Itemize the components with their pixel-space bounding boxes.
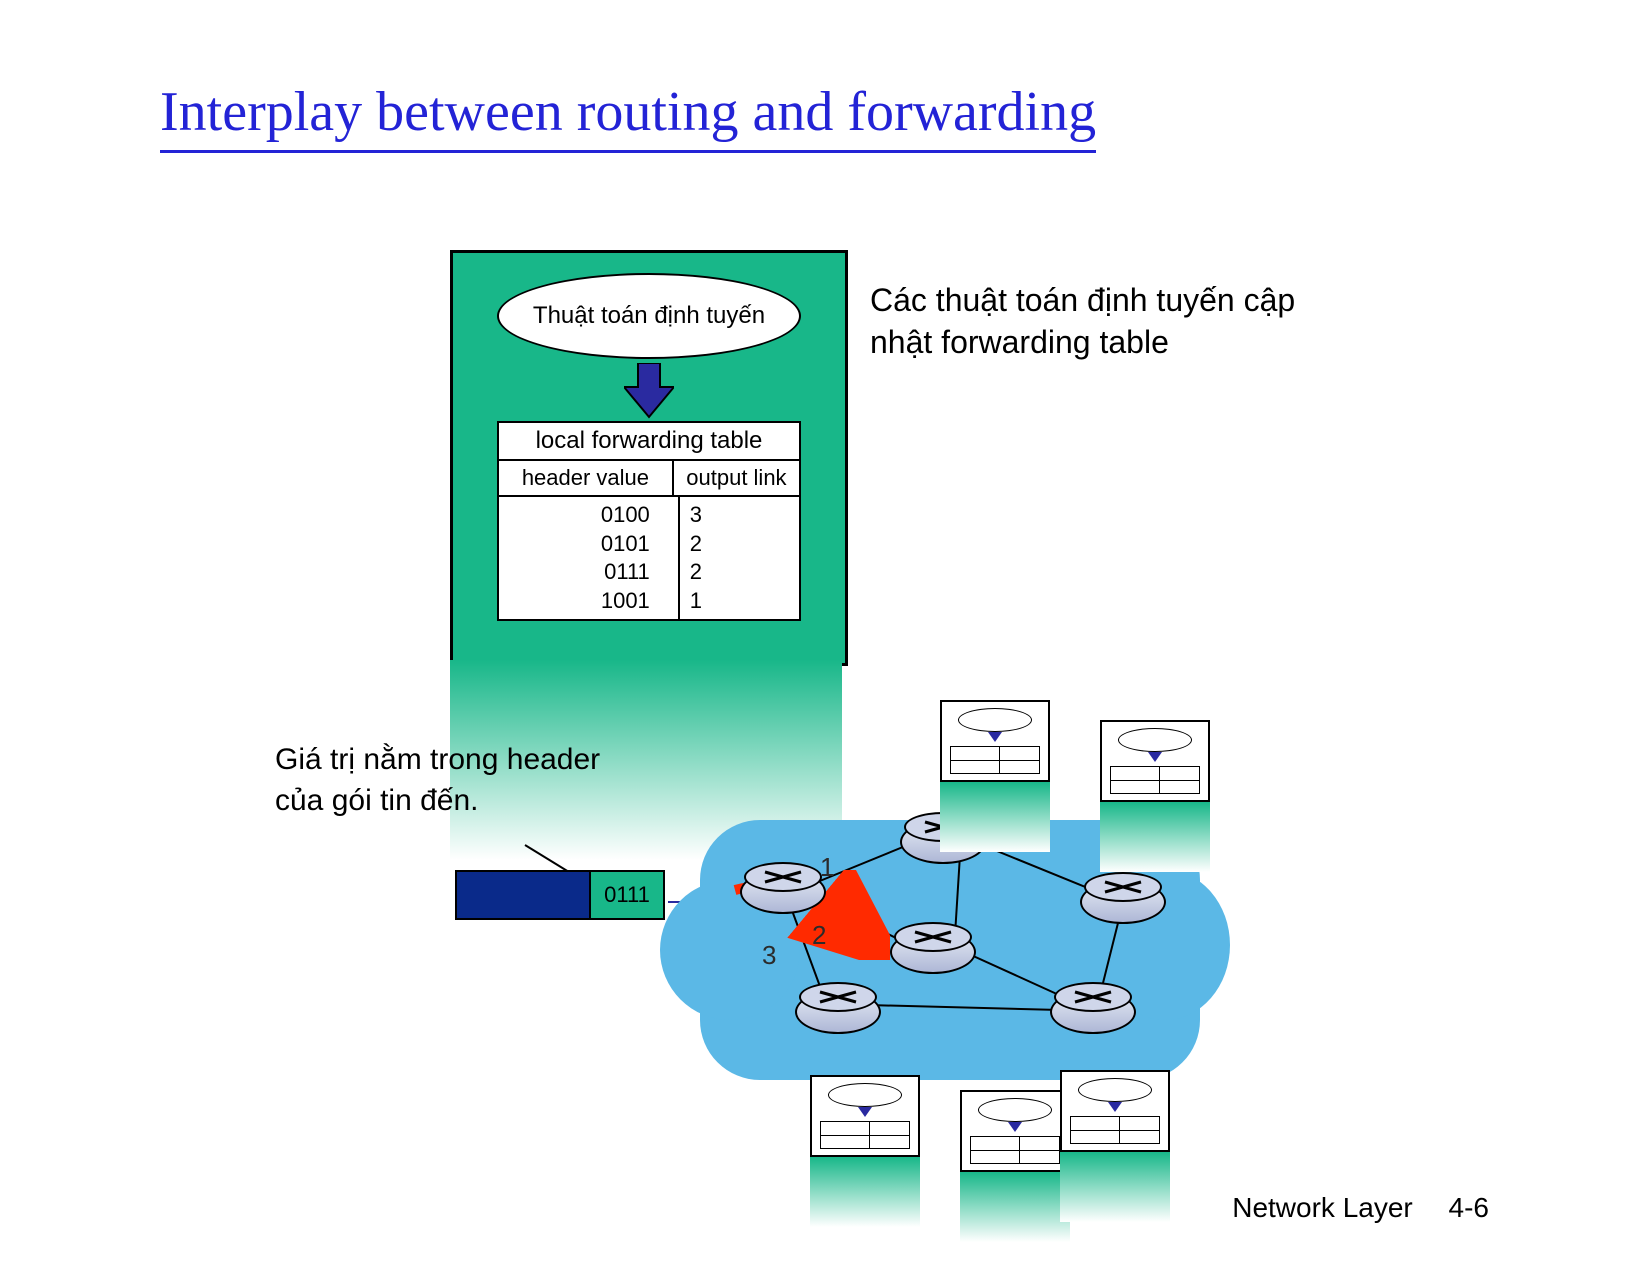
router-node <box>795 990 881 1034</box>
mini-router-box <box>960 1090 1070 1242</box>
arrow-down-icon <box>624 363 674 419</box>
forwarding-table: local forwarding table header value outp… <box>497 421 801 621</box>
packet-header-label: Giá trị nằm trong header của gói tin đến… <box>275 740 600 821</box>
router-crossover-icon <box>1073 990 1113 1004</box>
port-number: 3 <box>762 940 776 971</box>
mini-router-box <box>1100 720 1210 872</box>
router-crossover-icon <box>818 990 858 1004</box>
mini-router-box <box>1060 1070 1170 1222</box>
footer-text: Network Layer <box>1232 1192 1413 1223</box>
caption-line: nhật forwarding table <box>870 324 1169 360</box>
routing-algorithm-label: Thuật toán định tuyến <box>533 302 765 330</box>
router-crossover-icon <box>913 930 953 944</box>
router-crossover-icon <box>1103 880 1143 894</box>
router-crossover-icon <box>763 870 803 884</box>
router-node <box>1050 990 1136 1034</box>
port-number: 2 <box>812 920 826 951</box>
table-link-values: 3 2 2 1 <box>680 497 799 619</box>
table-cell: 2 <box>690 531 702 556</box>
packet-header: 0111 <box>589 870 665 920</box>
mini-router-box <box>810 1075 920 1227</box>
col-header-value: header value <box>499 461 674 495</box>
port-number: 1 <box>820 852 834 883</box>
col-output-link: output link <box>674 461 799 495</box>
table-cell: 0101 <box>601 531 650 556</box>
table-cell: 1 <box>690 588 702 613</box>
table-cell: 3 <box>690 502 702 527</box>
mini-router-box <box>940 700 1050 852</box>
caption-text: Các thuật toán định tuyến cập nhật forwa… <box>870 280 1295 363</box>
slide-title: Interplay between routing and forwarding <box>160 80 1096 153</box>
slide-footer: Network Layer 4-6 <box>1232 1192 1489 1224</box>
table-header-values: 0100 0101 0111 1001 <box>499 497 680 619</box>
packet-label-line: Giá trị nằm trong header <box>275 743 600 776</box>
forwarding-table-title: local forwarding table <box>499 423 799 459</box>
router-node <box>1080 880 1166 924</box>
router-detail-box: Thuật toán định tuyến local forwarding t… <box>450 250 848 666</box>
table-cell: 1001 <box>601 588 650 613</box>
footer-page: 4-6 <box>1449 1192 1489 1223</box>
router-node <box>890 930 976 974</box>
slide: Interplay between routing and forwarding… <box>0 0 1649 1274</box>
incoming-packet: 0111 <box>455 870 665 920</box>
table-cell: 0100 <box>601 502 650 527</box>
packet-label-line: của gói tin đến. <box>275 784 478 817</box>
routing-algorithm-oval: Thuật toán định tuyến <box>497 273 801 359</box>
packet-payload <box>455 870 591 920</box>
router-node <box>740 870 826 914</box>
table-cell: 0111 <box>604 559 650 584</box>
table-cell: 2 <box>690 559 702 584</box>
caption-line: Các thuật toán định tuyến cập <box>870 282 1295 318</box>
